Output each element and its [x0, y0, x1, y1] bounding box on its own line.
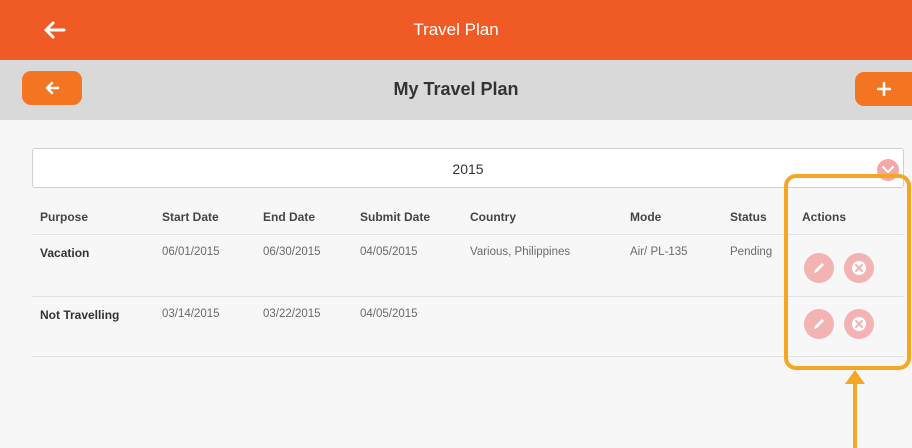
cell-start-date: 03/14/2015	[162, 308, 220, 320]
column-header-end-date: End Date	[263, 210, 316, 224]
app-bar: Travel Plan	[0, 0, 912, 60]
annotation-arrow	[853, 380, 857, 448]
cell-country: Various, Philippines	[470, 246, 571, 258]
column-header-mode: Mode	[630, 210, 662, 224]
column-header-status: Status	[730, 210, 767, 224]
cell-end-date: 03/22/2015	[263, 308, 321, 320]
actions-highlight-box	[784, 174, 911, 370]
page-header: My Travel Plan	[0, 60, 912, 120]
column-header-purpose: Purpose	[40, 210, 89, 224]
cell-submit-date: 04/05/2015	[360, 246, 418, 258]
cell-mode: Air/ PL-135	[630, 246, 688, 258]
content-area: 2015 Purpose Start Date End Date Submit …	[0, 120, 912, 448]
app-title: Travel Plan	[413, 20, 499, 39]
cell-start-date: 06/01/2015	[162, 246, 220, 258]
page-title: My Travel Plan	[393, 79, 519, 99]
column-header-country: Country	[470, 210, 516, 224]
cell-end-date: 06/30/2015	[263, 246, 321, 258]
cell-purpose: Not Travelling	[40, 308, 120, 322]
row-divider	[32, 356, 904, 357]
travel-plan-table: Purpose Start Date End Date Submit Date …	[32, 198, 904, 448]
cell-status: Pending	[730, 246, 773, 258]
cell-submit-date: 04/05/2015	[360, 308, 418, 320]
plus-icon	[876, 82, 891, 96]
add-travel-plan-button[interactable]	[855, 72, 912, 106]
header-divider	[32, 234, 904, 235]
cell-purpose: Vacation	[40, 246, 90, 260]
row-divider	[32, 296, 904, 297]
column-header-submit-date: Submit Date	[360, 210, 431, 224]
year-select[interactable]: 2015	[32, 148, 904, 188]
year-select-value: 2015	[452, 161, 484, 177]
column-header-start-date: Start Date	[162, 210, 219, 224]
